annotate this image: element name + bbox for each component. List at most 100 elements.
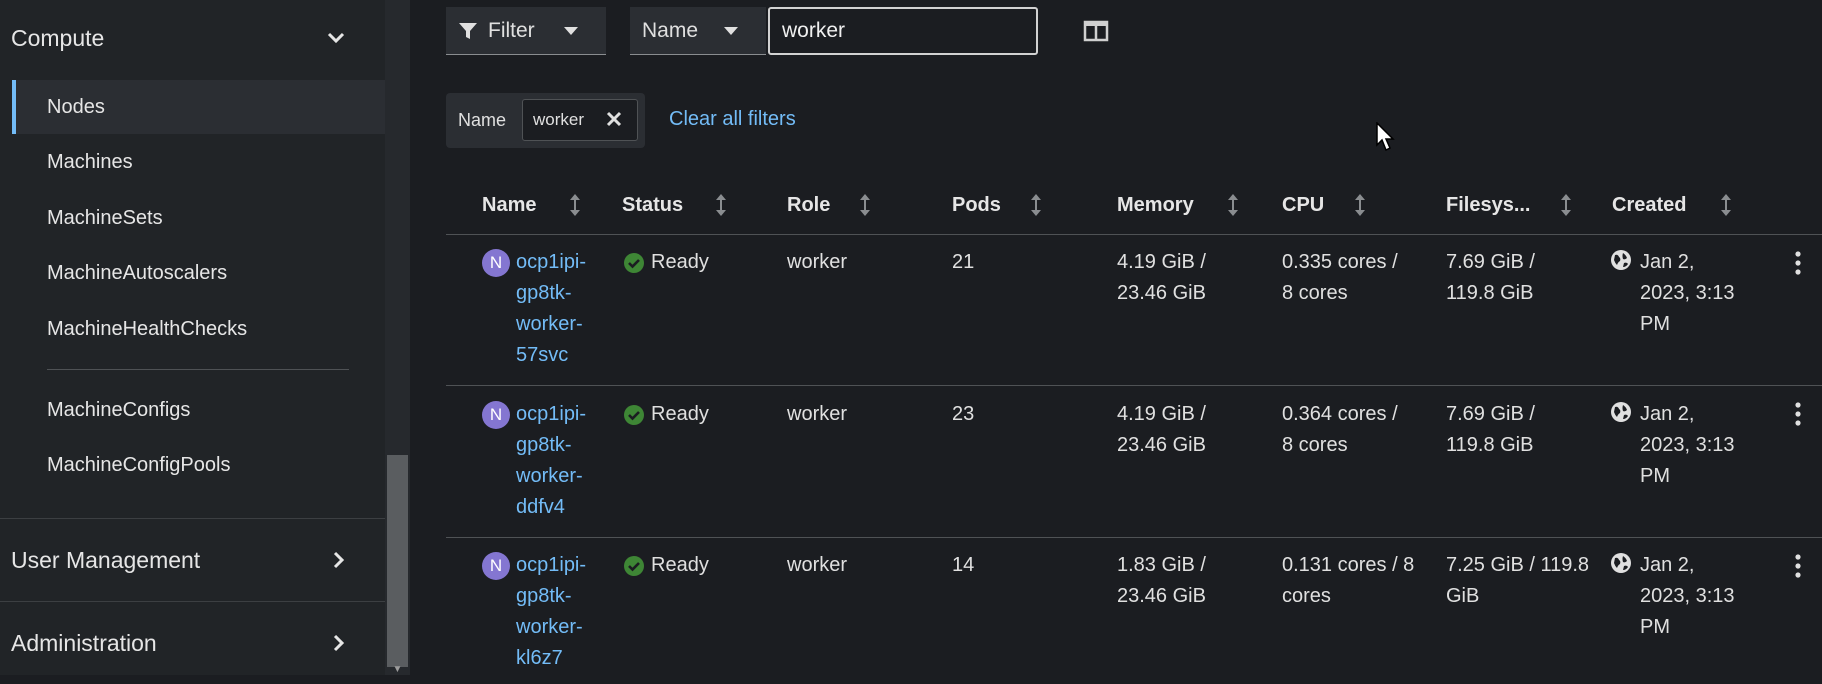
column-header-created[interactable]: Created [1612, 188, 1686, 222]
name-line: gp8tk- [516, 585, 572, 607]
sidebar-item-label: MachineConfigs [47, 398, 191, 421]
name-line: worker- [516, 616, 583, 638]
memory-usage: 4.19 GiB / 23.46 GiB [1117, 247, 1206, 309]
sort-icon[interactable] [569, 193, 581, 217]
created-line: Jan 2, [1640, 403, 1695, 425]
status-text: Ready [651, 251, 709, 273]
sidebar-item-label: MachineAutoscalers [47, 261, 228, 284]
column-header-label: CPU [1282, 193, 1325, 216]
globe-icon [1611, 250, 1631, 270]
created-line: 2023, 3:13 [1640, 585, 1735, 607]
nav-section-label: Administration [11, 629, 157, 656]
sidebar-item-machineconfigpools[interactable]: MachineConfigPools [12, 438, 385, 492]
cpu-line: 0.364 cores / [1282, 403, 1398, 425]
globe-icon [1611, 402, 1631, 422]
filesystem-usage: 7.69 GiB / 119.8 GiB [1446, 399, 1535, 461]
kebab-menu-icon[interactable] [1793, 401, 1803, 427]
status-text: Ready [651, 403, 709, 425]
chevron-right-icon [333, 634, 345, 652]
sidebar-item-label: Machines [47, 150, 133, 173]
name-line: worker- [516, 465, 583, 487]
check-circle-icon [624, 556, 644, 576]
globe-icon [1611, 553, 1631, 573]
filter-attribute-select[interactable]: Name [630, 7, 766, 55]
sidebar-item-label: MachineSets [47, 206, 163, 229]
column-header-label: Pods [952, 193, 1001, 216]
name-search-input[interactable] [768, 7, 1038, 55]
sidebar-item-machinesets[interactable]: MachineSets [12, 191, 385, 245]
role-text: worker [787, 251, 848, 273]
sort-icon[interactable] [1560, 193, 1572, 217]
memory-line: 4.19 GiB / [1117, 251, 1206, 273]
name-line: ddfv4 [516, 496, 565, 518]
node-name-link[interactable]: ocp1ipi- gp8tk- worker- 57svc [516, 247, 586, 371]
column-header-label: Name [482, 193, 537, 216]
scroll-down-arrow-icon[interactable]: ▼ [387, 665, 408, 675]
scrollbar-thumb[interactable] [387, 455, 408, 667]
column-header-name[interactable]: Name [482, 188, 536, 222]
node-name-link[interactable]: ocp1ipi- gp8tk- worker- ddfv4 [516, 399, 586, 523]
manage-columns-icon[interactable] [1083, 19, 1111, 43]
created-date: Jan 2, 2023, 3:13 PM [1640, 399, 1735, 492]
sort-icon[interactable] [1720, 193, 1732, 217]
sidebar-item-machinehealthchecks[interactable]: MachineHealthChecks [12, 302, 385, 356]
cpu-line: cores [1282, 585, 1331, 607]
kebab-menu-icon[interactable] [1793, 250, 1803, 276]
filesystem-line: 7.69 GiB / [1446, 251, 1535, 273]
sort-icon[interactable] [715, 193, 727, 217]
column-header-pods[interactable]: Pods [952, 188, 1001, 222]
created-line: 2023, 3:13 [1640, 282, 1735, 304]
name-line: kl6z7 [516, 647, 563, 669]
memory-usage: 1.83 GiB / 23.46 GiB [1117, 550, 1206, 612]
mouse-cursor-icon [1376, 122, 1395, 152]
sort-icon[interactable] [1030, 193, 1042, 217]
chevron-right-icon [333, 551, 345, 569]
nav-section-compute[interactable]: Compute [0, 0, 385, 79]
sort-icon[interactable] [1354, 193, 1366, 217]
name-line: ocp1ipi- [516, 403, 587, 425]
column-header-status[interactable]: Status [622, 188, 683, 222]
cpu-line: 0.131 cores / 8 [1282, 554, 1415, 576]
cpu-line: 8 cores [1282, 282, 1348, 304]
sidebar-item-machineconfigs[interactable]: MachineConfigs [12, 383, 385, 437]
name-line: ocp1ipi- [516, 554, 587, 576]
created-line: PM [1640, 313, 1670, 335]
filter-dropdown[interactable]: Filter [446, 7, 606, 55]
memory-line: 23.46 GiB [1117, 434, 1206, 456]
column-header-filesystem[interactable]: Filesys... [1446, 188, 1531, 222]
node-name-link[interactable]: ocp1ipi- gp8tk- worker- kl6z7 [516, 550, 586, 674]
sort-icon[interactable] [859, 193, 871, 217]
filter-chip-group: Name worker [446, 93, 645, 148]
kebab-menu-icon[interactable] [1793, 553, 1803, 579]
filter-chip: worker [522, 99, 638, 141]
column-header-label: Role [787, 193, 831, 216]
column-header-cpu[interactable]: CPU [1282, 188, 1324, 222]
name-line: ocp1ipi- [516, 251, 587, 273]
cpu-line: 8 cores [1282, 434, 1348, 456]
sidebar-item-machines[interactable]: Machines [12, 135, 385, 189]
pods-count: 21 [952, 251, 975, 273]
filter-label: Filter [488, 18, 535, 42]
clear-all-filters-link[interactable]: Clear all filters [669, 108, 796, 131]
sort-icon[interactable] [1227, 193, 1239, 217]
sidebar-item-nodes[interactable]: Nodes [12, 80, 385, 134]
column-header-memory[interactable]: Memory [1117, 188, 1194, 222]
nav-section-administration[interactable]: Administration [0, 602, 385, 684]
pods-count: 23 [952, 403, 975, 425]
column-header-label: Memory [1117, 193, 1194, 216]
memory-line: 4.19 GiB / [1117, 403, 1206, 425]
sidebar-item-machineautoscalers[interactable]: MachineAutoscalers [12, 246, 385, 300]
nav-section-label: Compute [11, 24, 105, 51]
row-divider [446, 537, 1822, 538]
row-divider [446, 234, 1822, 235]
nav-section-label: User Management [11, 546, 201, 573]
column-header-role[interactable]: Role [787, 188, 830, 222]
close-icon[interactable] [605, 110, 623, 128]
filter-icon [459, 22, 477, 39]
caret-down-icon [724, 26, 738, 35]
memory-usage: 4.19 GiB / 23.46 GiB [1117, 399, 1206, 461]
filter-chip-label: worker [533, 110, 585, 129]
nav-section-user-management[interactable]: User Management [0, 519, 385, 601]
created-line: 2023, 3:13 [1640, 434, 1735, 456]
cpu-usage: 0.131 cores / 8 cores [1282, 550, 1414, 612]
